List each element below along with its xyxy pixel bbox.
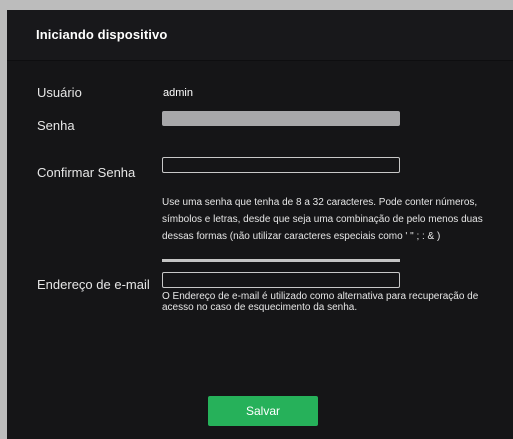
- confirm-password-label: Confirmar Senha: [37, 165, 136, 180]
- dialog-title: Iniciando dispositivo: [36, 27, 168, 42]
- password-hint: Use uma senha que tenha de 8 a 32 caract…: [162, 197, 483, 242]
- user-value: admin: [163, 87, 193, 99]
- email-label: Endereço de e-mail: [37, 277, 150, 292]
- confirm-password-field[interactable]: [162, 157, 400, 173]
- password-field[interactable]: [162, 111, 400, 126]
- user-label: Usuário: [37, 85, 82, 100]
- dialog-header: Iniciando dispositivo: [7, 10, 513, 61]
- email-hint: O Endereço de e-mail é utilizado como al…: [162, 291, 479, 313]
- save-button[interactable]: Salvar: [208, 396, 318, 426]
- email-field[interactable]: [162, 272, 400, 288]
- password-strength-bar: [162, 259, 400, 262]
- password-label: Senha: [37, 118, 75, 133]
- init-device-dialog: Iniciando dispositivo Usuário admin Senh…: [7, 10, 513, 439]
